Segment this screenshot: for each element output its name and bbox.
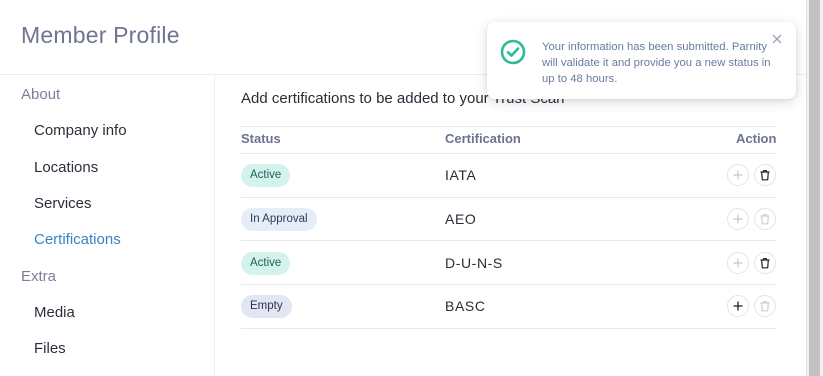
sidebar-section-extra: Extra — [21, 268, 57, 285]
add-certification-button[interactable] — [727, 208, 749, 230]
status-badge: Empty — [241, 295, 292, 318]
plus-icon — [733, 301, 743, 311]
close-icon[interactable] — [770, 32, 784, 46]
trash-icon — [760, 170, 770, 181]
sidebar-item-company-info[interactable]: Company info — [34, 122, 127, 139]
certification-name: AEO — [445, 211, 477, 227]
column-header-status: Status — [241, 131, 281, 146]
delete-certification-button[interactable] — [754, 295, 776, 317]
scrollbar-thumb[interactable] — [809, 0, 820, 376]
add-certification-button[interactable] — [727, 295, 749, 317]
plus-icon — [733, 214, 743, 224]
status-badge: Active — [241, 164, 291, 187]
page-title: Member Profile — [21, 22, 180, 48]
check-circle-icon — [500, 39, 526, 65]
trash-icon — [760, 301, 770, 312]
status-badge: Active — [241, 252, 291, 275]
column-header-action: Action — [736, 131, 777, 146]
success-toast: Your information has been submitted. Par… — [487, 22, 796, 99]
delete-certification-button[interactable] — [754, 208, 776, 230]
table-top-border — [241, 126, 777, 127]
row-border — [241, 284, 777, 285]
plus-icon — [733, 258, 743, 268]
sidebar-item-files[interactable]: Files — [34, 340, 66, 357]
sidebar-item-certifications[interactable]: Certifications — [34, 231, 121, 248]
plus-icon — [733, 170, 743, 180]
column-header-certification: Certification — [445, 131, 521, 146]
sidebar-section-about: About — [21, 86, 61, 103]
sidebar-item-media[interactable]: Media — [34, 304, 75, 321]
header-row-border — [241, 153, 777, 154]
add-certification-button[interactable] — [727, 164, 749, 186]
sidebar-divider — [214, 74, 215, 376]
row-border — [241, 240, 777, 241]
toast-message: Your information has been submitted. Par… — [542, 41, 771, 85]
row-border — [241, 197, 777, 198]
certification-name: BASC — [445, 298, 486, 314]
status-badge: In Approval — [241, 208, 317, 231]
trash-icon — [760, 214, 770, 225]
certification-name: D-U-N-S — [445, 255, 503, 271]
delete-certification-button[interactable] — [754, 164, 776, 186]
table-bottom-border — [241, 328, 777, 329]
scrollbar[interactable] — [806, 0, 823, 376]
certification-name: IATA — [445, 167, 477, 183]
trash-icon — [760, 258, 770, 269]
sidebar-item-services[interactable]: Services — [34, 195, 92, 212]
sidebar-item-locations[interactable]: Locations — [34, 159, 98, 176]
add-certification-button[interactable] — [727, 252, 749, 274]
delete-certification-button[interactable] — [754, 252, 776, 274]
